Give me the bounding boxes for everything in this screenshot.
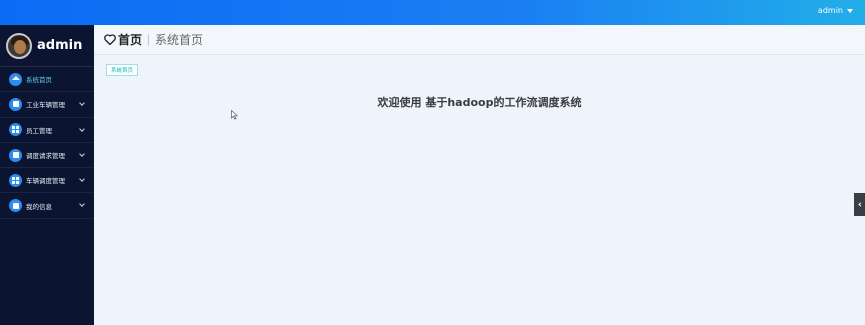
chevron-down-icon [79, 201, 85, 208]
main-content: 首页 系统首页 系统首页 欢迎使用 基于hadoop的工作流调度系统 [94, 25, 865, 325]
chevron-left-icon [858, 202, 863, 207]
chat-icon [9, 97, 22, 111]
user-menu[interactable]: admin [818, 6, 853, 15]
grid-icon [9, 173, 22, 187]
sidebar-item-vehicles[interactable]: 工业车辆管理 [0, 92, 94, 118]
caret-down-icon [847, 8, 853, 13]
sidebar-item-home[interactable]: 系统首页 [0, 67, 94, 93]
sidebar-item-label: 工业车辆管理 [26, 101, 65, 110]
sidebar-item-label: 员工管理 [26, 126, 52, 135]
page-header: 首页 系统首页 [94, 25, 865, 55]
grid-icon [9, 123, 22, 137]
tab-bar: 系统首页 [94, 55, 865, 76]
sidebar-item-dispatch-requests[interactable]: 调度请求管理 [0, 143, 94, 169]
briefcase-icon [9, 148, 22, 162]
chevron-down-icon [79, 176, 85, 183]
welcome-message: 欢迎使用 基于hadoop的工作流调度系统 [377, 96, 582, 109]
mouse-cursor-icon [231, 110, 238, 120]
sidebar-item-label: 调度请求管理 [26, 152, 65, 161]
sidebar: admin 系统首页 工业车辆管理 员工管理 调度请求管理 车辆调度管理 我的信… [0, 25, 94, 325]
chevron-down-icon [79, 151, 85, 157]
breadcrumb: 系统首页 [155, 33, 204, 47]
sidebar-item-vehicle-dispatch[interactable]: 车辆调度管理 [0, 168, 94, 194]
chevron-down-icon [79, 100, 85, 107]
sidebar-item-label: 系统首页 [26, 76, 52, 85]
sidebar-item-label: 车辆调度管理 [26, 177, 65, 186]
heart-icon [104, 34, 116, 45]
profile-name: admin [37, 38, 83, 53]
sidebar-item-label: 我的信息 [26, 202, 52, 211]
home-icon [9, 72, 22, 86]
tab-home[interactable]: 系统首页 [106, 64, 139, 76]
top-bar: admin [0, 0, 865, 25]
collapse-panel-button[interactable] [854, 193, 865, 216]
page-title: 首页 [118, 33, 143, 47]
card-icon [9, 199, 22, 213]
profile: admin [0, 25, 94, 67]
avatar [6, 32, 32, 59]
chevron-down-icon [79, 125, 85, 132]
divider [148, 33, 150, 46]
sidebar-item-my-info[interactable]: 我的信息 [0, 193, 94, 219]
sidebar-item-staff[interactable]: 员工管理 [0, 118, 94, 143]
user-menu-label: admin [817, 6, 843, 15]
sidebar-menu: 系统首页 工业车辆管理 员工管理 调度请求管理 车辆调度管理 我的信息 [0, 67, 94, 219]
